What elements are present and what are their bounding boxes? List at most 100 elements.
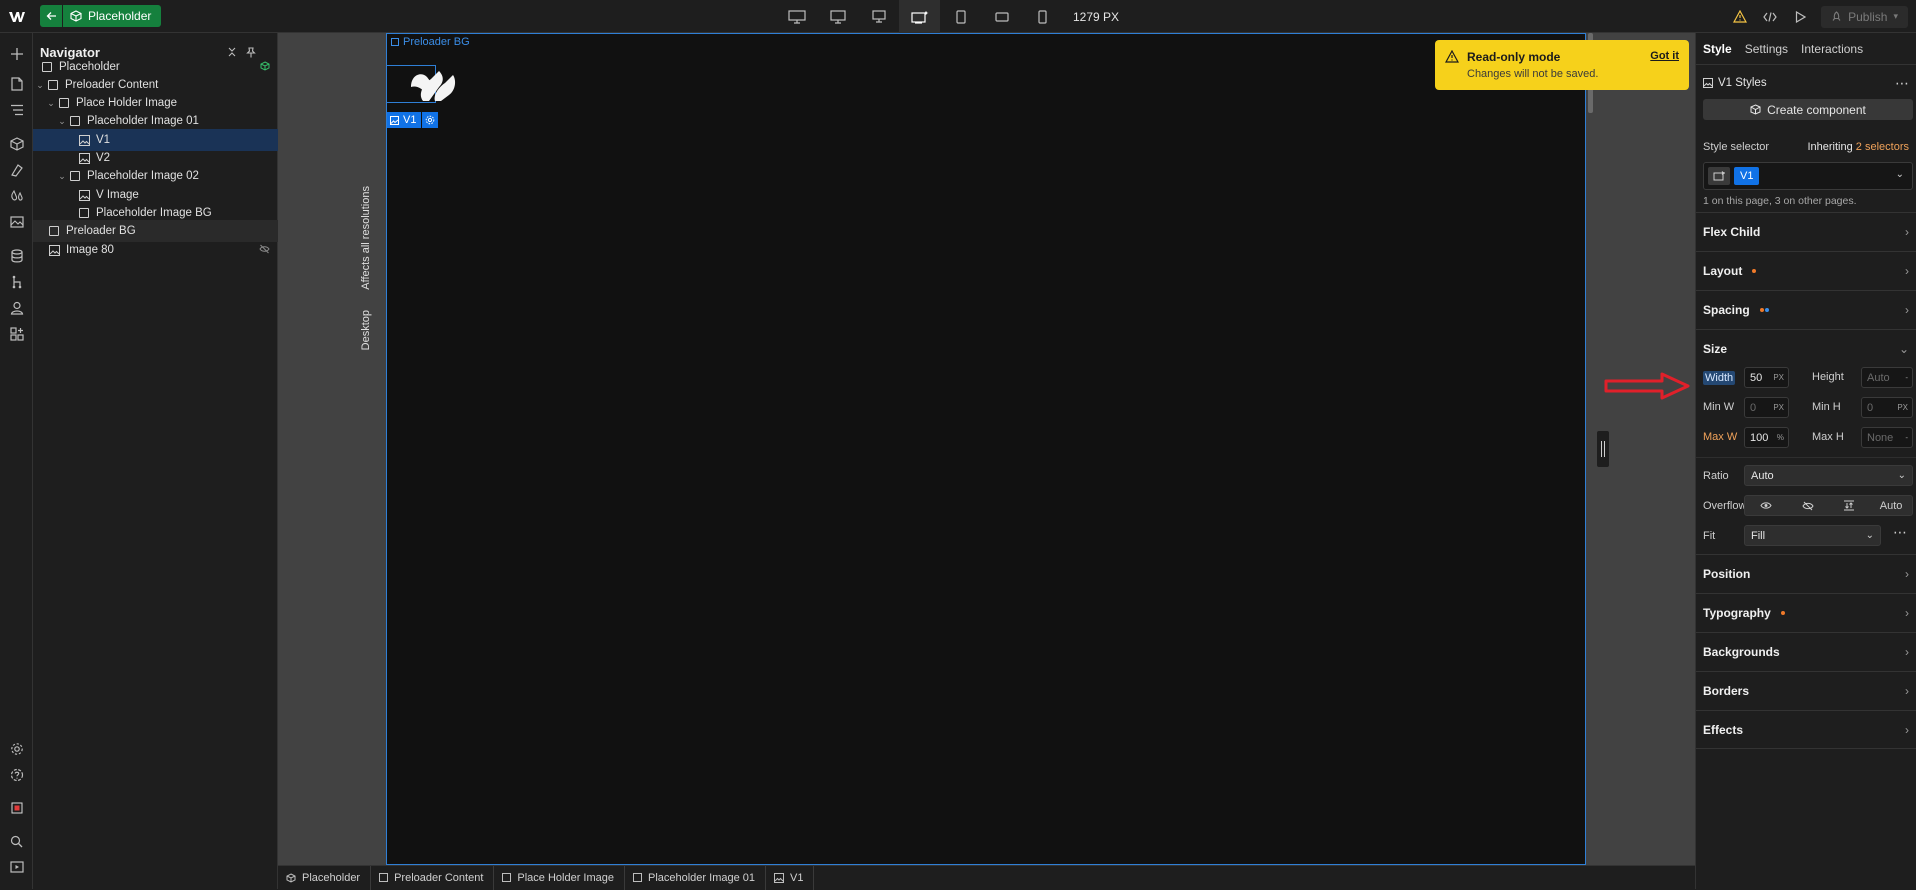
publish-button[interactable]: Publish ▾ <box>1821 5 1908 28</box>
desktop-small-icon[interactable] <box>858 0 899 33</box>
variables-icon[interactable] <box>0 183 33 209</box>
component-icon <box>1750 104 1761 115</box>
video-tutorial-icon[interactable] <box>0 854 33 880</box>
logic-flow-icon[interactable] <box>0 269 33 295</box>
webflow-logo-icon[interactable] <box>0 0 33 33</box>
height-label[interactable]: Height <box>1812 371 1844 383</box>
assets-icon[interactable] <box>0 209 33 235</box>
pages-icon[interactable] <box>0 71 33 97</box>
page-frame[interactable]: Preloader BG V1 <box>386 33 1586 865</box>
preview-play-icon[interactable] <box>1785 0 1815 33</box>
chevron-down-icon[interactable]: ⌄ <box>1896 169 1904 180</box>
tab-interactions[interactable]: Interactions <box>1801 42 1863 56</box>
overflow-visible-eye-icon[interactable] <box>1745 496 1787 515</box>
max-width-input[interactable]: 100% <box>1744 427 1789 448</box>
component-icon <box>70 10 82 22</box>
users-icon[interactable] <box>0 295 33 321</box>
breadcrumb-place-holder-image[interactable]: Place Holder Image <box>494 865 625 890</box>
element-box-icon <box>632 873 642 882</box>
width-label[interactable]: Width <box>1703 371 1736 385</box>
rocket-icon <box>1832 11 1841 21</box>
ratio-select[interactable]: Auto ⌄ <box>1744 465 1913 486</box>
desktop-large-icon[interactable] <box>776 0 817 33</box>
preloader-bg-label[interactable]: Preloader BG <box>391 36 470 48</box>
selector-chip-v1[interactable]: V1 <box>1734 167 1760 185</box>
min-width-input[interactable]: 0 PX <box>1744 397 1789 418</box>
desktop-base-icon[interactable] <box>899 0 940 33</box>
record-stop-icon[interactable] <box>0 795 33 821</box>
style-selector-field[interactable]: V1 ⌄ <box>1703 162 1913 190</box>
overflow-scroll-icon[interactable] <box>1829 496 1871 515</box>
add-icon[interactable] <box>0 41 33 67</box>
navigator-icon[interactable] <box>0 97 33 123</box>
breadcrumb-placeholder-image-01[interactable]: Placeholder Image 01 <box>625 865 766 890</box>
width-input[interactable]: 50 PX <box>1744 367 1789 388</box>
overflow-label[interactable]: Overflow <box>1703 500 1746 512</box>
max-height-label[interactable]: Max H <box>1812 431 1844 443</box>
section-size[interactable]: Size ⌄ <box>1696 329 1916 368</box>
min-height-input[interactable]: 0 PX <box>1861 397 1913 418</box>
section-backgrounds[interactable]: Backgrounds › <box>1696 632 1916 671</box>
caret-down-icon[interactable]: ⌄ <box>35 80 45 91</box>
navigator-panel: Navigator Placeholder ⌄ Preloader Conten… <box>33 33 278 889</box>
got-it-link[interactable]: Got it <box>1650 50 1679 62</box>
fit-select[interactable]: Fill ⌄ <box>1744 525 1881 546</box>
selected-element-tag[interactable]: V1 <box>387 112 439 128</box>
caret-down-icon[interactable]: ⌄ <box>57 116 67 127</box>
mobile-landscape-icon[interactable] <box>981 0 1022 33</box>
arrow-left-icon <box>46 12 56 20</box>
create-component-button[interactable]: Create component <box>1703 99 1913 120</box>
logo-image[interactable] <box>409 65 457 105</box>
help-icon[interactable] <box>0 762 33 788</box>
v1-badge[interactable]: V1 <box>387 112 422 128</box>
min-height-label[interactable]: Min H <box>1812 401 1841 413</box>
tree-item-image-80[interactable]: Image 80 <box>33 239 278 261</box>
tab-settings[interactable]: Settings <box>1745 42 1788 56</box>
min-width-label[interactable]: Min W <box>1703 401 1734 413</box>
caret-down-icon[interactable]: ⌄ <box>46 98 56 109</box>
tablet-icon[interactable] <box>940 0 981 33</box>
element-settings-gear-icon[interactable] <box>422 112 439 128</box>
max-height-input[interactable]: None - <box>1861 427 1913 448</box>
more-options-icon[interactable]: ⋯ <box>1893 524 1907 541</box>
styles-header: V1 Styles ⋯ <box>1703 75 1909 91</box>
section-layout[interactable]: Layout › <box>1696 251 1916 290</box>
desktop-medium-icon[interactable] <box>817 0 858 33</box>
height-input[interactable]: Auto - <box>1861 367 1913 388</box>
caret-down-icon[interactable]: ⌄ <box>57 171 67 182</box>
max-width-label[interactable]: Max W <box>1703 431 1737 443</box>
cms-database-icon[interactable] <box>0 243 33 269</box>
section-effects[interactable]: Effects › <box>1696 710 1916 749</box>
search-icon[interactable] <box>0 828 33 854</box>
breadcrumb-v1[interactable]: V1 <box>766 865 815 890</box>
apps-icon[interactable] <box>0 321 33 347</box>
section-position[interactable]: Position › <box>1696 554 1916 593</box>
inheriting-info[interactable]: Inheriting 2 selectors <box>1807 141 1909 153</box>
designer-canvas[interactable]: Affects all resolutions Desktop Preloade… <box>278 33 1695 865</box>
eye-hidden-icon[interactable] <box>259 244 270 254</box>
fit-label[interactable]: Fit <box>1703 530 1715 542</box>
breadcrumb-placeholder[interactable]: Placeholder <box>278 865 372 890</box>
breadcrumb-preloader-content[interactable]: Preloader Content <box>371 865 495 890</box>
settings-gear-icon[interactable] <box>0 736 33 762</box>
overflow-hidden-eye-icon[interactable] <box>1787 496 1829 515</box>
back-button[interactable] <box>40 5 62 27</box>
section-spacing[interactable]: Spacing › <box>1696 290 1916 329</box>
components-icon[interactable] <box>0 131 33 157</box>
overflow-auto-option[interactable]: Auto <box>1870 496 1912 515</box>
more-options-icon[interactable]: ⋯ <box>1895 76 1909 90</box>
mobile-portrait-icon[interactable] <box>1022 0 1063 33</box>
code-icon[interactable] <box>1755 0 1785 33</box>
style-selectors-icon[interactable] <box>0 157 33 183</box>
inherited-dot <box>1759 308 1764 312</box>
width-unit[interactable]: PX <box>1773 373 1784 382</box>
ratio-label[interactable]: Ratio <box>1703 470 1729 482</box>
section-typography[interactable]: Typography › <box>1696 593 1916 632</box>
selector-state-icon[interactable] <box>1708 167 1730 185</box>
warning-icon[interactable] <box>1725 0 1755 33</box>
tab-style[interactable]: Style <box>1703 42 1732 56</box>
component-button[interactable]: Placeholder <box>63 5 162 27</box>
section-borders[interactable]: Borders › <box>1696 671 1916 710</box>
section-flex-child[interactable]: Flex Child › <box>1696 212 1916 251</box>
resize-handle[interactable] <box>1597 431 1609 467</box>
